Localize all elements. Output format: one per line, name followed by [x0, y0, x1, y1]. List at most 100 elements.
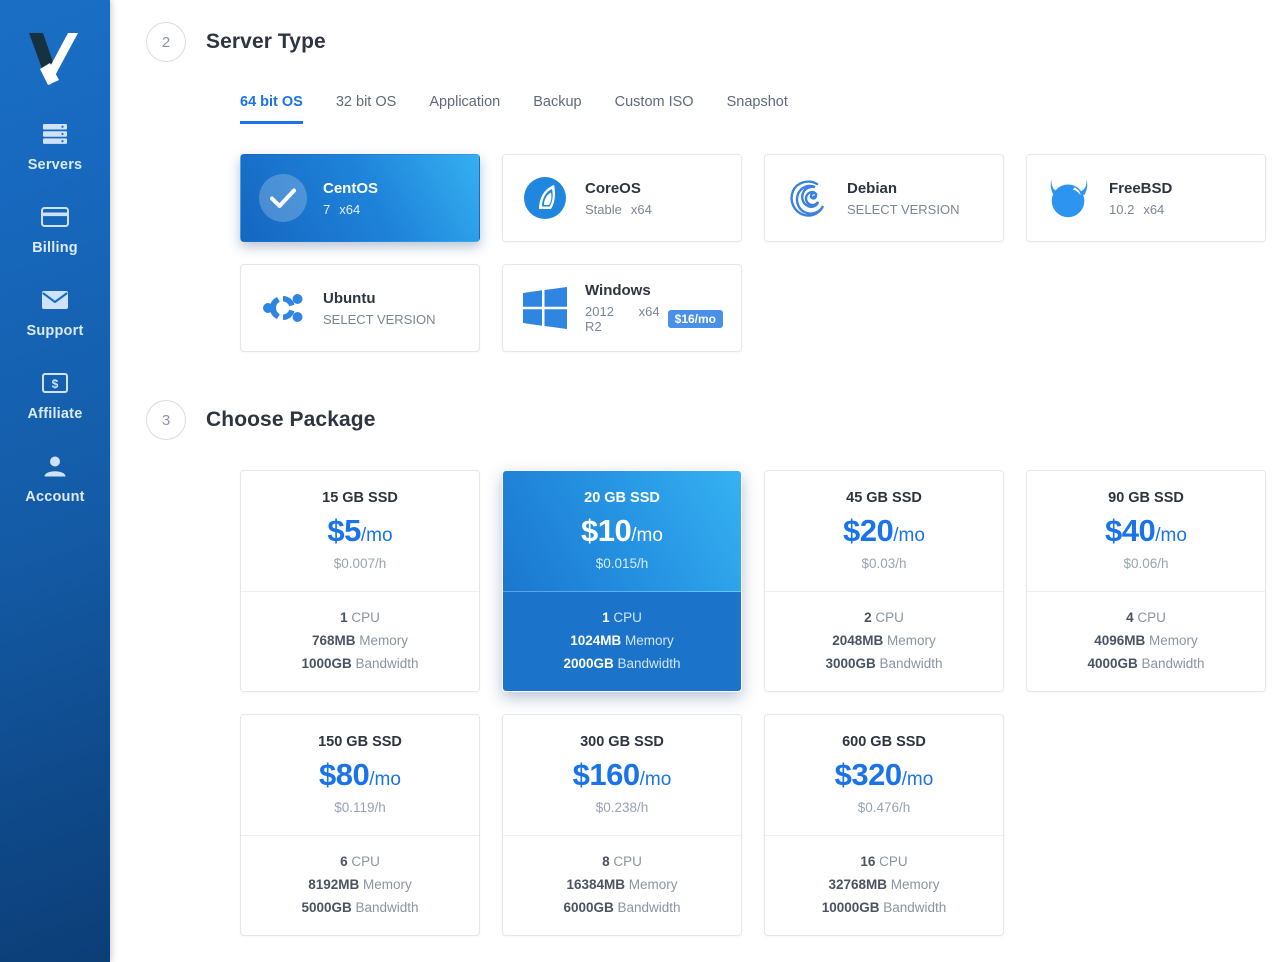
package-price: $5/mo	[251, 515, 469, 546]
freebsd-logo-icon	[1045, 174, 1093, 222]
os-version: SELECT VERSION	[323, 311, 436, 327]
os-options-grid: CentOS 7 x64 CoreOS Stable x64 Debian SE…	[240, 154, 1288, 352]
spec-cpu: 1 CPU	[251, 610, 469, 625]
choose-package-title: Choose Package	[206, 408, 376, 431]
package-storage: 90 GB SSD	[1108, 490, 1184, 506]
sidebar-item-support[interactable]: Support	[0, 286, 110, 339]
spec-cpu-value: 16	[860, 854, 876, 869]
package-specs: 1 CPU 768MB Memory 1000GB Bandwidth	[241, 592, 479, 691]
sidebar-item-billing[interactable]: Billing	[0, 203, 110, 256]
os-version: Stable	[585, 201, 622, 217]
package-hourly-rate: $0.015/h	[595, 556, 649, 571]
sidebar-item-affiliate[interactable]: $ Affiliate	[0, 369, 110, 422]
spec-memory-label: Memory	[628, 877, 678, 892]
os-version-row: 7 x64	[323, 202, 378, 217]
package-storage: 15 GB SSD	[322, 490, 398, 506]
package-price-block: 20 GB SSD $10/mo $0.015/h	[503, 471, 741, 592]
os-version-parts: SELECT VERSION	[323, 312, 435, 327]
spec-bandwidth-value: 1000GB	[301, 656, 352, 671]
package-card[interactable]: 90 GB SSD $40/mo $0.06/h 4 CPU 4096MB Me…	[1026, 470, 1266, 692]
os-card-text: Windows 2012 R2 x64 $16/mo	[585, 282, 723, 334]
spec-bandwidth: 3000GB Bandwidth	[775, 656, 993, 671]
package-hourly-rate: $0.476/h	[857, 800, 911, 815]
spec-cpu-value: 6	[340, 854, 348, 869]
package-storage: 150 GB SSD	[318, 734, 402, 750]
spec-memory-value: 768MB	[311, 633, 356, 648]
package-price-amount: $5	[327, 513, 361, 548]
package-price-block: 150 GB SSD $80/mo $0.119/h	[241, 715, 479, 836]
coreos-logo-icon	[521, 174, 569, 222]
spec-memory: 2048MB Memory	[775, 633, 993, 648]
sidebar-item-label: Account	[25, 489, 85, 505]
server-type-tabs: 64 bit OS 32 bit OS Application Backup Custo…	[240, 94, 1288, 124]
spec-cpu: 8 CPU	[513, 854, 731, 869]
os-card-text: Ubuntu SELECT VERSION	[323, 290, 435, 327]
package-price: $40/mo	[1037, 515, 1255, 546]
app-root: Servers Billing Support $ Affiliate Account 2…	[0, 0, 1288, 962]
package-card[interactable]: 45 GB SSD $20/mo $0.03/h 2 CPU 2048MB Me…	[764, 470, 1004, 692]
sidebar-item-label: Servers	[27, 157, 83, 173]
tab-custom-iso[interactable]: Custom ISO	[615, 94, 694, 124]
spec-bandwidth-label: Bandwidth	[617, 900, 681, 915]
package-storage: 45 GB SSD	[846, 490, 922, 506]
package-price-amount: $10	[581, 513, 632, 548]
package-hourly-rate: $0.119/h	[334, 800, 386, 815]
sidebar-item-servers[interactable]: Servers	[0, 120, 110, 173]
step-number-3: 3	[146, 400, 186, 440]
spec-memory: 1024MB Memory	[513, 633, 731, 648]
package-specs: 2 CPU 2048MB Memory 3000GB Bandwidth	[765, 592, 1003, 691]
spec-cpu: 2 CPU	[775, 610, 993, 625]
sidebar-item-account[interactable]: Account	[0, 452, 110, 505]
spec-bandwidth: 1000GB Bandwidth	[251, 656, 469, 671]
brand-logo[interactable]	[0, 0, 110, 120]
spec-memory-label: Memory	[887, 633, 936, 648]
package-price-period: /mo	[893, 525, 925, 546]
package-card[interactable]: 600 GB SSD $320/mo $0.476/h 16 CPU 32768…	[764, 714, 1004, 936]
package-price-period: /mo	[901, 769, 934, 790]
os-card-centos[interactable]: CentOS 7 x64	[240, 154, 480, 242]
os-card-debian[interactable]: Debian SELECT VERSION	[764, 154, 1004, 242]
spec-memory-value: 2048MB	[832, 633, 884, 648]
spec-cpu-label: CPU	[879, 854, 908, 869]
tab-application[interactable]: Application	[429, 94, 500, 124]
section-choose-package: 3 Choose Package 15 GB SSD $5/mo $0.007/…	[110, 352, 1288, 936]
os-card-text: CentOS 7 x64	[323, 180, 378, 217]
os-card-freebsd[interactable]: FreeBSD 10.2 x64	[1026, 154, 1266, 242]
spec-bandwidth-value: 2000GB	[563, 656, 614, 671]
os-version-row: Stable x64	[585, 202, 652, 217]
os-card-ubuntu[interactable]: Ubuntu SELECT VERSION	[240, 264, 480, 352]
spec-cpu-label: CPU	[351, 854, 380, 869]
os-card-coreos[interactable]: CoreOS Stable x64	[502, 154, 742, 242]
spec-memory-label: Memory	[625, 633, 674, 648]
package-card[interactable]: 150 GB SSD $80/mo $0.119/h 6 CPU 8192MB …	[240, 714, 480, 936]
spec-memory-value: 16384MB	[566, 877, 625, 892]
spec-memory-value: 8192MB	[308, 877, 360, 892]
spec-memory: 768MB Memory	[251, 633, 469, 648]
server-type-title: Server Type	[206, 30, 326, 53]
package-card[interactable]: 20 GB SSD $10/mo $0.015/h 1 CPU 1024MB M…	[502, 470, 742, 692]
tab-backup[interactable]: Backup	[533, 94, 581, 124]
package-price-period: /mo	[639, 769, 672, 790]
tab-32-bit-os[interactable]: 32 bit OS	[336, 94, 396, 124]
package-price-block: 45 GB SSD $20/mo $0.03/h	[765, 471, 1003, 592]
package-card[interactable]: 300 GB SSD $160/mo $0.238/h 8 CPU 16384M…	[502, 714, 742, 936]
tab-snapshot[interactable]: Snapshot	[727, 94, 788, 124]
os-card-windows[interactable]: Windows 2012 R2 x64 $16/mo	[502, 264, 742, 352]
os-arch: x64	[638, 304, 660, 319]
package-price: $160/mo	[513, 759, 731, 790]
vultr-checkmark-logo-icon	[29, 33, 78, 85]
spec-bandwidth-label: Bandwidth	[355, 656, 419, 671]
check-circle-icon	[259, 174, 307, 222]
spec-memory: 16384MB Memory	[513, 877, 731, 892]
main-content: 2 Server Type 64 bit OS 32 bit OS Applicat…	[110, 0, 1288, 962]
os-version: 10.2	[1109, 201, 1135, 217]
package-price: $20/mo	[775, 515, 993, 546]
os-card-text: FreeBSD 10.2 x64	[1109, 180, 1172, 217]
package-card[interactable]: 15 GB SSD $5/mo $0.007/h 1 CPU 768MB Mem…	[240, 470, 480, 692]
os-version: 7	[323, 201, 331, 217]
tab-64-bit-os[interactable]: 64 bit OS	[240, 94, 303, 124]
package-price-period: /mo	[631, 525, 663, 546]
package-hourly-rate: $0.007/h	[333, 556, 387, 571]
os-version-row: SELECT VERSION	[323, 312, 435, 327]
sidebar: Servers Billing Support $ Affiliate Account	[0, 0, 110, 962]
